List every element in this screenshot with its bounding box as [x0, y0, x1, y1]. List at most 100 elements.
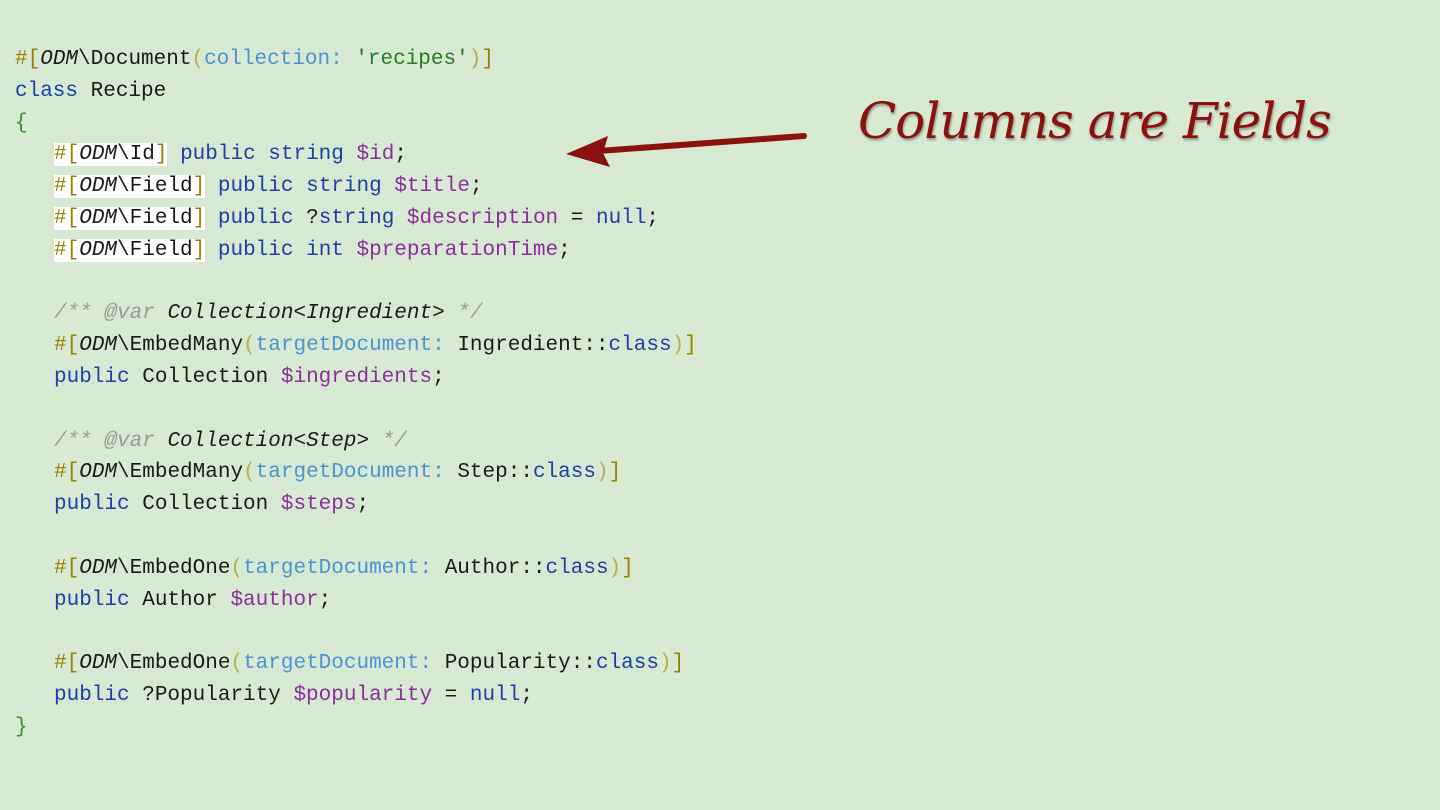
- code-token: ]: [192, 206, 206, 230]
- code-token: ;: [469, 175, 483, 199]
- code-token: #[: [54, 556, 80, 580]
- code-line: public ?Popularity $popularity = null;: [15, 680, 697, 712]
- code-token: Author: [129, 588, 231, 612]
- code-token: \EmbedOne: [117, 652, 231, 676]
- code-token: /**: [54, 302, 105, 326]
- code-token: ODM: [40, 48, 79, 71]
- code-token: ODM: [79, 334, 118, 358]
- code-token: public: [54, 493, 130, 517]
- code-line: #[ODM\Id] public string $id;: [15, 139, 697, 171]
- code-token: 'recipes': [355, 48, 469, 71]
- code-token: Collection: [129, 365, 281, 389]
- code-token: string: [318, 206, 407, 230]
- code-token: {: [15, 111, 28, 135]
- code-token: targetDocument:: [243, 556, 445, 580]
- code-line: }: [15, 712, 697, 744]
- code-token: \EmbedMany: [117, 334, 244, 358]
- code-token: null: [595, 206, 647, 230]
- code-token: class: [545, 556, 609, 580]
- code-token: public string: [217, 175, 395, 199]
- code-token: \EmbedOne: [117, 556, 231, 580]
- code-token: =: [432, 683, 470, 707]
- code-token: #[: [54, 334, 80, 358]
- code-token: \EmbedMany: [117, 461, 244, 485]
- code-token: class: [532, 461, 596, 485]
- code-token: public string: [180, 143, 357, 167]
- code-token: \Field: [117, 238, 193, 262]
- code-token: #[: [54, 461, 80, 485]
- code-token: ?Popularity: [129, 683, 294, 707]
- code-token: ]: [621, 556, 634, 580]
- code-token: Collection: [129, 493, 281, 517]
- code-token: (: [243, 334, 256, 358]
- code-line: #[ODM\EmbedOne(targetDocument: Popularit…: [15, 648, 697, 680]
- code-token: ]: [154, 143, 168, 167]
- code-token: */: [369, 429, 407, 453]
- annotation-label: Columns are Fields: [858, 92, 1332, 150]
- code-token: \Document: [78, 48, 192, 71]
- code-token: ): [608, 556, 622, 580]
- code-token: ;: [646, 206, 659, 230]
- code-token: targetDocument:: [255, 334, 458, 358]
- code-token: public int: [217, 238, 357, 262]
- code-line: /** @var Collection<Ingredient> */: [15, 298, 697, 330]
- code-token: \Field: [117, 175, 193, 199]
- code-token: null: [469, 683, 521, 707]
- code-token: #[: [15, 48, 41, 71]
- code-token: ODM: [79, 175, 118, 199]
- code-token: #[: [54, 143, 80, 167]
- code-token: ): [671, 334, 685, 358]
- code-token: ;: [558, 238, 571, 262]
- code-token: ]: [671, 652, 685, 676]
- code-token: ODM: [79, 238, 118, 262]
- code-token: public: [54, 588, 130, 612]
- code-token: $author: [230, 588, 319, 612]
- code-token: ?: [306, 206, 319, 230]
- code-token: #[: [54, 238, 80, 262]
- code-token: Author::: [444, 556, 546, 580]
- code-token: #[: [54, 652, 80, 676]
- code-token: ]: [608, 461, 622, 485]
- code-token: @var: [104, 302, 155, 326]
- code-token: $steps: [280, 493, 357, 517]
- code-token: $ingredients: [280, 365, 433, 389]
- code-token: ;: [394, 143, 407, 167]
- code-token: Popularity::: [444, 652, 596, 676]
- code-token: $preparationTime: [356, 238, 559, 262]
- code-token: ;: [520, 683, 533, 707]
- code-token: ODM: [79, 461, 118, 485]
- code-token: ]: [192, 175, 206, 199]
- code-token: targetDocument:: [243, 652, 445, 676]
- code-token: Step::: [457, 461, 533, 485]
- code-line: /** @var Collection<Step> */: [15, 426, 697, 458]
- code-token: ]: [684, 334, 697, 358]
- code-line: #[ODM\EmbedMany(targetDocument: Ingredie…: [15, 330, 697, 362]
- code-token: public: [54, 683, 130, 707]
- code-token: ;: [356, 493, 370, 517]
- code-line: public Collection $steps;: [15, 489, 697, 521]
- code-token: */: [444, 302, 483, 326]
- code-line: #[ODM\Field] public int $preparationTime…: [15, 235, 697, 267]
- code-token: Collection<Ingredient>: [154, 302, 445, 326]
- code-token: ): [658, 652, 672, 676]
- code-token: ;: [318, 588, 332, 612]
- code-line: #[ODM\EmbedMany(targetDocument: Step::cl…: [15, 457, 697, 489]
- code-token: (: [243, 461, 256, 485]
- code-token: \Id: [117, 143, 155, 167]
- code-token: ): [468, 48, 482, 71]
- code-token: =: [558, 206, 596, 230]
- code-token: (: [230, 556, 244, 580]
- code-token: targetDocument:: [255, 461, 458, 485]
- code-token: ODM: [79, 556, 118, 580]
- code-token: #[: [54, 175, 80, 199]
- code-token: ODM: [79, 206, 118, 230]
- code-token: @var: [104, 429, 155, 453]
- code-line: public Collection $ingredients;: [15, 362, 697, 394]
- code-token: ODM: [79, 143, 118, 167]
- code-token: #[: [54, 206, 80, 230]
